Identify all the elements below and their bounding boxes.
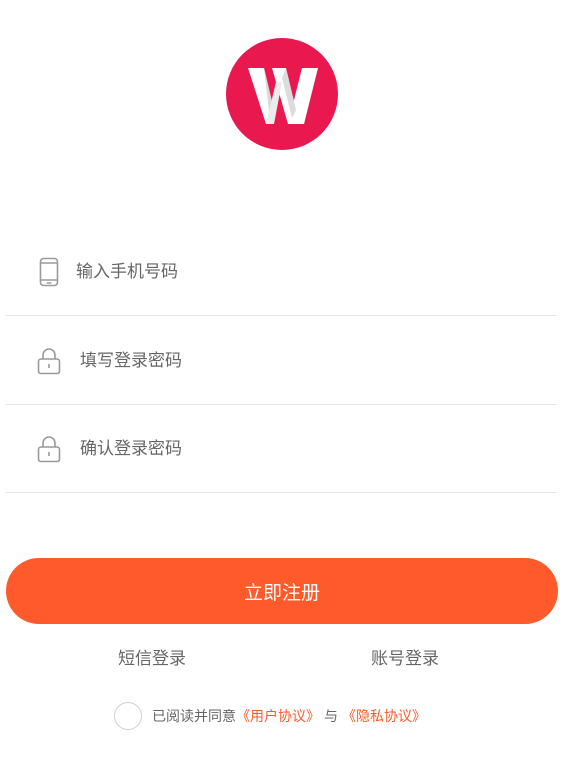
app-logo bbox=[226, 38, 338, 150]
privacy-policy-link[interactable]: 《隐私协议》 bbox=[342, 706, 426, 726]
lock-icon bbox=[37, 346, 61, 376]
agreement-checkbox[interactable] bbox=[114, 702, 142, 730]
phone-input[interactable] bbox=[76, 228, 536, 315]
agreement-joiner-text: 与 bbox=[324, 709, 338, 725]
password-input[interactable] bbox=[80, 317, 540, 404]
password-field-row bbox=[6, 317, 556, 405]
agreement-row: 已阅读并同意 《用户协议》 与 《隐私协议》 bbox=[114, 700, 426, 732]
register-button[interactable]: 立即注册 bbox=[6, 558, 558, 624]
phone-icon bbox=[37, 257, 61, 287]
lock-icon bbox=[37, 434, 61, 464]
phone-field-row bbox=[6, 228, 556, 316]
confirm-password-field-row bbox=[6, 405, 556, 493]
user-agreement-link[interactable]: 《用户协议》 bbox=[236, 706, 320, 726]
brand-logo-w-icon bbox=[226, 38, 338, 150]
agreement-prefix-text: 已阅读并同意 bbox=[152, 709, 236, 725]
confirm-password-input[interactable] bbox=[80, 405, 540, 492]
sms-login-link[interactable]: 短信登录 bbox=[118, 644, 186, 669]
account-login-link[interactable]: 账号登录 bbox=[371, 644, 439, 669]
